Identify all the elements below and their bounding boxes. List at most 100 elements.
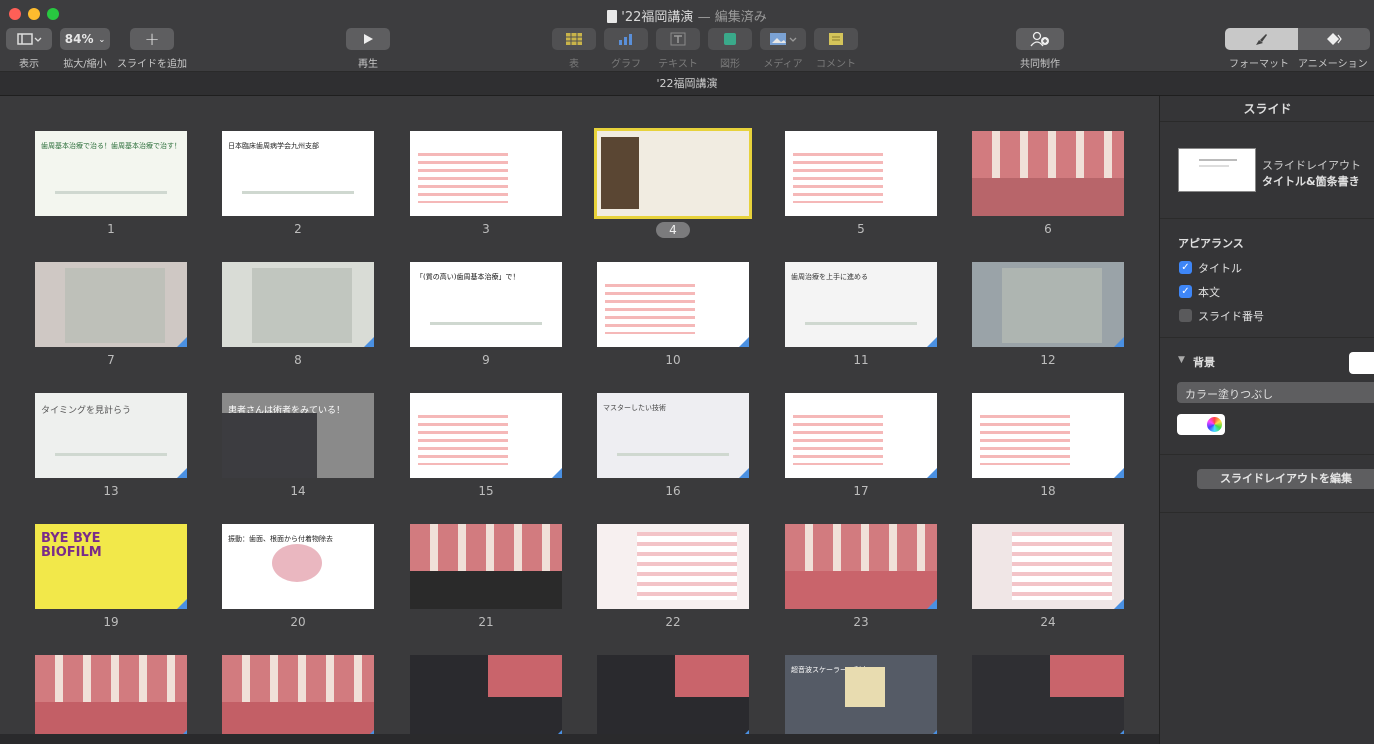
zoom-select[interactable]: 84% ⌄ 拡大/縮小	[60, 28, 110, 70]
slide-number-label: 24	[972, 615, 1124, 629]
slide-number-label: 12	[972, 353, 1124, 367]
slide-content-image	[488, 655, 562, 697]
comment-button[interactable]: コメント	[814, 28, 858, 70]
slide-number-label: 10	[597, 353, 749, 367]
slide-thumbnail-19[interactable]: BYE BYE BIOFILM	[35, 524, 187, 609]
slide-number-label: 6	[972, 222, 1124, 236]
table-label: 表	[569, 59, 579, 70]
fill-type-select[interactable]: カラー塗りつぶし	[1177, 382, 1374, 403]
slide-title-text: BYE BYE BIOFILM	[41, 531, 102, 560]
slide-thumbnail-12[interactable]	[972, 262, 1124, 347]
horizontal-scrollbar[interactable]	[0, 734, 1159, 744]
build-indicator-icon	[927, 337, 937, 347]
slide-thumbnail-15[interactable]	[410, 393, 562, 478]
slide-number: 2	[294, 222, 302, 236]
build-indicator-icon	[177, 337, 187, 347]
slide-content-image	[675, 655, 749, 697]
slide-thumbnail-8[interactable]	[222, 262, 374, 347]
layout-label: スライドレイアウト	[1262, 159, 1361, 172]
title-checkbox[interactable]: ✓	[1179, 261, 1192, 274]
slide-number-label: 4	[597, 222, 749, 238]
collaborate-label: 共同制作	[1020, 59, 1060, 70]
slide-thumbnail-24[interactable]	[972, 524, 1124, 609]
collaborate-button[interactable]: 共同制作	[1016, 28, 1064, 70]
slide-number-label: 1	[35, 222, 187, 236]
fill-color-well[interactable]	[1177, 414, 1225, 435]
add-slide-label: スライドを追加	[117, 59, 187, 70]
slide-thumbnail-13[interactable]: タイミングを見計らう	[35, 393, 187, 478]
window-title: '22福岡講演 — 編集済み	[0, 6, 1374, 25]
animate-label: アニメーション	[1298, 59, 1368, 70]
slide-number-checkbox[interactable]	[1179, 309, 1192, 322]
slide-thumbnail-18[interactable]	[972, 393, 1124, 478]
background-color-well[interactable]	[1349, 352, 1374, 374]
slide-content-image	[418, 153, 508, 203]
media-button[interactable]: メディア	[760, 28, 806, 70]
slide-thumbnail-23[interactable]	[785, 524, 937, 609]
slide-number-label: 17	[785, 484, 937, 498]
chart-button[interactable]: グラフ	[604, 28, 648, 70]
text-label: テキスト	[658, 59, 698, 70]
build-indicator-icon	[177, 468, 187, 478]
shape-label: 図形	[720, 59, 740, 70]
slide-thumbnail-20[interactable]: 振動：歯面、根面から付着物除去	[222, 524, 374, 609]
slide-content-image	[430, 322, 542, 325]
shape-button[interactable]: 図形	[708, 28, 752, 70]
body-checkbox[interactable]: ✓	[1179, 285, 1192, 298]
media-icon	[770, 33, 797, 45]
slide-thumbnail-1[interactable]: 歯周基本治療で治る！歯周基本治療で治す！	[35, 131, 187, 216]
slide-thumbnail-10[interactable]	[597, 262, 749, 347]
view-button[interactable]: 表示	[6, 28, 52, 70]
slide-thumbnail-17[interactable]	[785, 393, 937, 478]
text-button[interactable]: テキスト	[656, 28, 700, 70]
play-button[interactable]: 再生	[346, 28, 390, 70]
slide-thumbnail-4[interactable]	[594, 128, 752, 219]
slide-thumbnail-30[interactable]	[972, 655, 1124, 740]
edit-slide-layout-button[interactable]: スライドレイアウトを編集	[1197, 469, 1374, 489]
slide-thumbnail-9[interactable]: 「(質の高い)歯周基本治療」で！	[410, 262, 562, 347]
divider	[1160, 337, 1374, 338]
slide-title-text: タイミングを見計らう	[41, 406, 132, 416]
disclosure-triangle-icon[interactable]: ▼	[1178, 355, 1185, 365]
zoom-label: 拡大/縮小	[63, 59, 107, 70]
slide-thumbnail-28[interactable]	[597, 655, 749, 740]
slide-thumbnail-16[interactable]: マスターしたい技術	[597, 393, 749, 478]
slide-thumbnail-22[interactable]	[597, 524, 749, 609]
slide-thumbnail-6[interactable]	[972, 131, 1124, 216]
slide-number-label: 21	[410, 615, 562, 629]
slide-number-label: 20	[222, 615, 374, 629]
slide-thumbnail-3[interactable]	[410, 131, 562, 216]
background-title: 背景	[1193, 356, 1215, 369]
slide-number-label: 19	[35, 615, 187, 629]
plus-icon: +	[130, 28, 174, 50]
layout-thumbnail[interactable]	[1178, 148, 1256, 192]
slide-thumbnail-14[interactable]: 患者さんは術者をみている！	[222, 393, 374, 478]
slide-thumbnail-26[interactable]	[222, 655, 374, 740]
add-slide-button[interactable]: + スライドを追加	[116, 28, 188, 70]
slide-number-label: 2	[222, 222, 374, 236]
slide-thumbnail-25[interactable]	[35, 655, 187, 740]
animate-tab[interactable]	[1298, 28, 1371, 50]
table-button[interactable]: 表	[552, 28, 596, 70]
slide-thumbnail-2[interactable]: 日本臨床歯周病学会九州支部	[222, 131, 374, 216]
play-icon	[364, 34, 373, 44]
format-inspector: スライド スライドレイアウト タイトル&箇条書き アピアランス ✓ タイトル ✓…	[1159, 96, 1374, 744]
slide-thumbnail-29[interactable]: 超音波スケーラーの利点	[785, 655, 937, 740]
shape-icon	[724, 33, 736, 45]
slide-thumbnail-7[interactable]	[35, 262, 187, 347]
layout-value[interactable]: タイトル&箇条書き	[1262, 173, 1360, 189]
inspector-segmented-control	[1225, 28, 1370, 50]
slide-thumbnail-21[interactable]: Kr.IS 37yM	[410, 524, 562, 609]
slide-number: 24	[1040, 615, 1056, 629]
build-indicator-icon	[739, 337, 749, 347]
slide-thumbnail-5[interactable]	[785, 131, 937, 216]
comment-icon	[829, 33, 843, 45]
slide-thumbnail-27[interactable]	[410, 655, 562, 740]
inspector-header: スライド	[1160, 96, 1374, 122]
format-tab[interactable]	[1225, 28, 1298, 50]
slide-number: 7	[107, 353, 115, 367]
table-icon	[566, 33, 582, 45]
color-wheel-icon[interactable]	[1207, 417, 1222, 432]
slide-thumbnail-11[interactable]: 歯周治療を上手に進める	[785, 262, 937, 347]
slide-content-image	[617, 453, 729, 456]
